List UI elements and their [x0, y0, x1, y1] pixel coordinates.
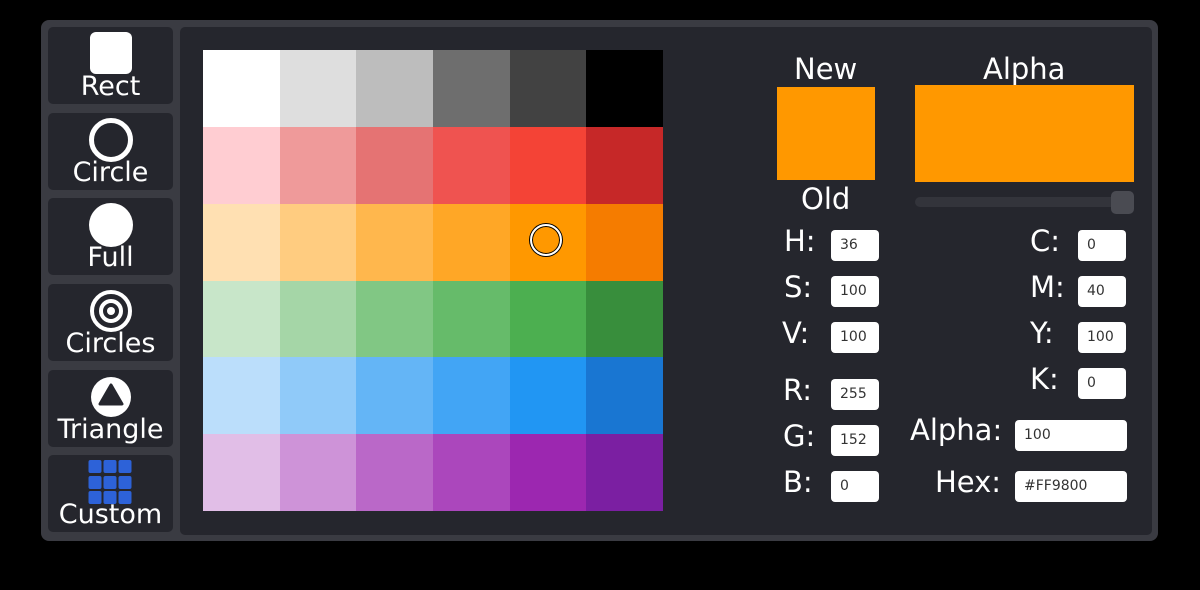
color-swatch[interactable] [432, 280, 510, 358]
shape-button-circle[interactable]: Circle [48, 113, 173, 190]
y-field[interactable]: 100 [1078, 322, 1126, 353]
r-field[interactable]: 255 [831, 379, 879, 410]
new-color-label: New [794, 52, 858, 86]
hex-field-label: Hex: [935, 465, 1002, 499]
b-label: B: [783, 465, 813, 499]
color-swatch[interactable] [279, 434, 357, 511]
g-field[interactable]: 152 [831, 425, 879, 456]
color-swatch[interactable] [203, 126, 280, 204]
shape-label-triangle: Triangle [57, 414, 164, 445]
color-swatch[interactable] [432, 126, 510, 204]
shape-button-circles[interactable]: Circles [48, 284, 173, 361]
color-swatch[interactable] [203, 280, 280, 358]
color-swatch[interactable] [432, 434, 510, 511]
shape-label-full: Full [87, 242, 134, 273]
color-swatch[interactable] [356, 203, 433, 281]
r-label: R: [783, 373, 813, 407]
color-swatch[interactable] [356, 434, 433, 511]
color-swatch[interactable] [279, 203, 357, 281]
rect-icon [89, 32, 132, 74]
shape-label-custom: Custom [58, 499, 163, 530]
alpha-preview-label: Alpha [983, 52, 1066, 86]
m-field[interactable]: 40 [1078, 276, 1126, 307]
color-swatch[interactable] [203, 357, 280, 435]
color-swatch[interactable] [432, 203, 510, 281]
shape-label-rect: Rect [80, 71, 141, 102]
g-label: G: [783, 419, 816, 453]
color-swatch[interactable] [356, 280, 433, 358]
c-label: C: [1030, 224, 1061, 258]
color-swatch[interactable] [279, 126, 357, 204]
color-swatch[interactable] [279, 50, 357, 127]
alpha-field-label: Alpha: [910, 413, 1003, 447]
m-label: M: [1030, 270, 1065, 304]
b-field[interactable]: 0 [831, 471, 879, 502]
shape-button-triangle[interactable]: Triangle [48, 370, 173, 447]
concentric-circles-icon [89, 290, 132, 332]
old-color-label: Old [801, 182, 851, 216]
s-label: S: [784, 270, 813, 304]
color-swatch[interactable] [356, 126, 433, 204]
color-swatch[interactable] [509, 126, 587, 204]
color-swatch[interactable] [356, 50, 433, 127]
shape-button-full[interactable]: Full [48, 198, 173, 275]
triangle-icon [90, 377, 131, 417]
color-swatch[interactable] [586, 203, 663, 281]
circle-outline-icon [88, 118, 133, 162]
color-swatch[interactable] [432, 50, 510, 127]
h-label: H: [784, 224, 816, 258]
color-swatch[interactable] [279, 280, 357, 358]
color-swatch[interactable] [586, 280, 663, 358]
alpha-color-preview [915, 85, 1134, 182]
v-field[interactable]: 100 [831, 322, 879, 353]
color-swatch[interactable] [586, 126, 663, 204]
h-field[interactable]: 36 [831, 230, 879, 261]
color-swatch[interactable] [356, 357, 433, 435]
alpha-slider-thumb[interactable] [1111, 191, 1134, 214]
color-swatch[interactable] [586, 357, 663, 435]
color-swatch[interactable] [279, 357, 357, 435]
color-swatch[interactable] [509, 280, 587, 358]
new-color-preview [777, 87, 875, 180]
color-swatch[interactable] [203, 50, 280, 127]
alpha-slider-track[interactable] [915, 197, 1134, 207]
k-field[interactable]: 0 [1078, 368, 1126, 399]
color-swatch[interactable] [586, 434, 663, 511]
alpha-field[interactable]: 100 [1015, 420, 1127, 451]
color-swatch[interactable] [586, 50, 663, 127]
color-swatch[interactable] [432, 357, 510, 435]
color-swatch[interactable] [203, 203, 280, 281]
shape-button-rect[interactable]: Rect [48, 27, 173, 104]
color-palette-grid [203, 50, 663, 511]
color-selector-handle[interactable] [530, 224, 562, 256]
color-swatch[interactable] [203, 434, 280, 511]
c-field[interactable]: 0 [1078, 230, 1126, 261]
shape-button-custom[interactable]: Custom [48, 455, 173, 532]
color-swatch[interactable] [509, 357, 587, 435]
shape-label-circle: Circle [72, 157, 149, 188]
color-swatch[interactable] [509, 50, 587, 127]
v-label: V: [782, 316, 810, 350]
hex-field[interactable]: #FF9800 [1015, 471, 1127, 502]
color-swatch[interactable] [509, 434, 587, 511]
y-label: Y: [1030, 316, 1054, 350]
shape-sidebar: Rect Circle Full Circles Triangle Custom [46, 27, 174, 535]
shape-label-circles: Circles [65, 328, 156, 359]
k-label: K: [1030, 362, 1059, 396]
s-field[interactable]: 100 [831, 276, 879, 307]
filled-circle-icon [88, 203, 133, 247]
